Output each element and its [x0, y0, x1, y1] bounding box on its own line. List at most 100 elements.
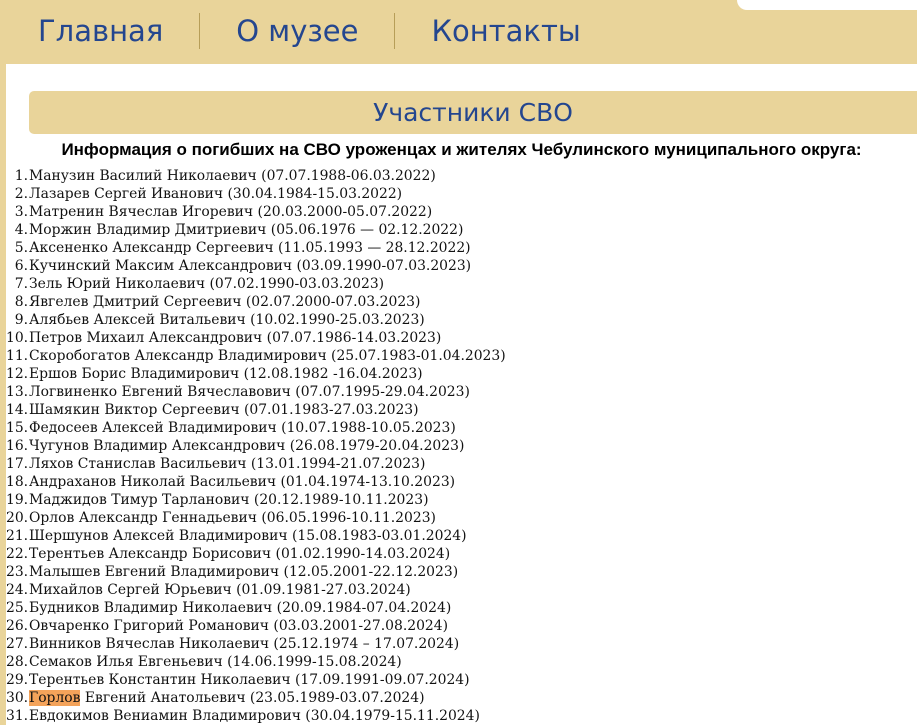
list-item: 6.Кучинский Максим Александрович (03.09.…	[6, 257, 911, 275]
list-item-number: 16.	[6, 438, 29, 454]
list-item-number: 15.	[6, 420, 29, 436]
list-item-text: Шершунов Алексей Владимирович (15.08.198…	[29, 528, 467, 544]
list-item-text: Логвиненко Евгений Вячеславович (07.07.1…	[29, 384, 470, 400]
list-item: 19.Маджидов Тимур Тарланович (20.12.1989…	[6, 491, 911, 509]
page: Главная О музее Контакты Участники СВО И…	[0, 0, 917, 725]
list-item-text: Винников Вячеслав Николаевич (25.12.1974…	[29, 636, 460, 652]
list-item-number: 22.	[6, 546, 29, 562]
list-item: 10.Петров Михаил Александрович (07.07.19…	[6, 329, 911, 347]
content-panel: Участники СВО Информация о погибших на С…	[6, 64, 917, 725]
list-item-number: 19.	[6, 492, 29, 508]
list-item-text: Матренин Вячеслав Игоревич (20.03.2000-0…	[29, 204, 433, 220]
list-item-number: 23.	[6, 564, 29, 580]
section-header: Участники СВО	[29, 91, 917, 134]
main-nav: Главная О музее Контакты	[0, 0, 617, 62]
list-item-text: Скоробогатов Александр Владимирович (25.…	[29, 348, 506, 364]
list-item: 27.Винников Вячеслав Николаевич (25.12.1…	[6, 635, 911, 653]
list-item: 24.Михайлов Сергей Юрьевич (01.09.1981-2…	[6, 581, 911, 599]
list-item-number: 30.	[6, 690, 29, 706]
list-item-text: Аксененко Александр Сергеевич (11.05.199…	[29, 240, 471, 256]
list-item-text: Будников Владимир Николаевич (20.09.1984…	[29, 600, 452, 616]
header-corner-decoration	[737, 0, 917, 10]
list-item-number: 28.	[6, 654, 29, 670]
top-navigation-bar: Главная О музее Контакты	[0, 0, 917, 64]
list-item: 17.Ляхов Станислав Васильевич (13.01.199…	[6, 455, 911, 473]
list-item-number: 3.	[14, 204, 28, 220]
section-title: Участники СВО	[373, 98, 573, 127]
list-item: 4.Моржин Владимир Дмитриевич (05.06.1976…	[6, 221, 911, 239]
list-item-number: 29.	[6, 672, 29, 688]
list-item-number: 18.	[6, 474, 29, 490]
list-item-number: 6.	[14, 258, 28, 274]
list-item: 14.Шамякин Виктор Сергеевич (07.01.1983-…	[6, 401, 911, 419]
list-item-number: 13.	[6, 384, 29, 400]
list-item-number: 31.	[6, 708, 29, 724]
list-item-number: 11.	[6, 348, 29, 364]
list-item-text: Зель Юрий Николаевич (07.02.1990-03.03.2…	[29, 276, 385, 292]
list-item-number: 10.	[6, 330, 29, 346]
list-item: 28.Семаков Илья Евгеньевич (14.06.1999-1…	[6, 653, 911, 671]
list-item-number: 20.	[6, 510, 29, 526]
list-item-number: 8.	[14, 294, 28, 310]
list-item-text: Терентьев Александр Борисович (01.02.199…	[29, 546, 451, 562]
list-item: 8.Явгелев Дмитрий Сергеевич (02.07.2000-…	[6, 293, 911, 311]
list-item-text: Шамякин Виктор Сергеевич (07.01.1983-27.…	[29, 402, 419, 418]
list-item-number: 17.	[6, 456, 29, 472]
list-item: 21.Шершунов Алексей Владимирович (15.08.…	[6, 527, 911, 545]
list-item: 22.Терентьев Александр Борисович (01.02.…	[6, 545, 911, 563]
memorial-list: 1.Манузин Василий Николаевич (07.07.1988…	[6, 167, 911, 725]
list-item-number: 7.	[14, 276, 28, 292]
list-item-number: 5.	[14, 240, 28, 256]
list-item-number: 27.	[6, 636, 29, 652]
list-item-text: Ершов Борис Владимирович (12.08.1982 -16…	[29, 366, 423, 382]
list-item-text: Явгелев Дмитрий Сергеевич (02.07.2000-07…	[29, 294, 421, 310]
list-item: 3.Матренин Вячеслав Игоревич (20.03.2000…	[6, 203, 911, 221]
list-item-text: Моржин Владимир Дмитриевич (05.06.1976 —…	[29, 222, 464, 238]
list-item-text: Ляхов Станислав Васильевич (13.01.1994-2…	[29, 456, 426, 472]
list-item-text: Маджидов Тимур Тарланович (20.12.1989-10…	[29, 492, 429, 508]
list-item-number: 12.	[6, 366, 29, 382]
list-item-number: 21.	[6, 528, 29, 544]
info-heading: Информация о погибших на СВО уроженцах и…	[61, 140, 862, 159]
list-item: 15.Федосеев Алексей Владимирович (10.07.…	[6, 419, 911, 437]
list-item-number: 14.	[6, 402, 29, 418]
list-item-number: 4.	[14, 222, 28, 238]
list-item: 12.Ершов Борис Владимирович (12.08.1982 …	[6, 365, 911, 383]
list-item-number: 24.	[6, 582, 29, 598]
list-item: 31.Евдокимов Вениамин Владимирович (30.0…	[6, 707, 911, 725]
list-item: 7.Зель Юрий Николаевич (07.02.1990-03.03…	[6, 275, 911, 293]
list-item-text: Семаков Илья Евгеньевич (14.06.1999-15.0…	[29, 654, 402, 670]
list-item: 5.Аксененко Александр Сергеевич (11.05.1…	[6, 239, 911, 257]
list-item-text: Алябьев Алексей Витальевич (10.02.1990-2…	[29, 312, 425, 328]
list-item-text: Орлов Александр Геннадьевич (06.05.1996-…	[29, 510, 436, 526]
list-item-text: Манузин Василий Николаевич (07.07.1988-0…	[29, 168, 436, 184]
list-item-rest-text: Евгений Анатольевич (23.05.1989-03.07.20…	[80, 690, 425, 706]
list-item-text: Терентьев Константин Николаевич (17.09.1…	[29, 672, 470, 688]
list-item: 20.Орлов Александр Геннадьевич (06.05.19…	[6, 509, 911, 527]
list-item-text: Евдокимов Вениамин Владимирович (30.04.1…	[29, 708, 480, 724]
list-item: 18.Андраханов Николай Васильевич (01.04.…	[6, 473, 911, 491]
list-item: 11.Скоробогатов Александр Владимирович (…	[6, 347, 911, 365]
list-item: 23.Малышев Евгений Владимирович (12.05.2…	[6, 563, 911, 581]
list-item: 9.Алябьев Алексей Витальевич (10.02.1990…	[6, 311, 911, 329]
list-item-text: Михайлов Сергей Юрьевич (01.09.1981-27.0…	[29, 582, 411, 598]
list-item-text: Горлов Евгений Анатольевич (23.05.1989-0…	[29, 690, 425, 706]
nav-item-about-museum[interactable]: О музее	[200, 0, 394, 62]
list-item-text: Кучинский Максим Александрович (03.09.19…	[29, 258, 472, 274]
list-item: 16.Чугунов Владимир Александрович (26.08…	[6, 437, 911, 455]
nav-item-home[interactable]: Главная	[0, 0, 199, 62]
search-highlight: Горлов	[29, 690, 81, 706]
list-item-number: 2.	[14, 186, 28, 202]
list-item-text: Петров Михаил Александрович (07.07.1986-…	[29, 330, 442, 346]
list-item: 13.Логвиненко Евгений Вячеславович (07.0…	[6, 383, 911, 401]
list-item-text: Лазарев Сергей Иванович (30.04.1984-15.0…	[29, 186, 403, 202]
nav-item-contacts[interactable]: Контакты	[395, 0, 616, 62]
list-item: 30.Горлов Евгений Анатольевич (23.05.198…	[6, 689, 911, 707]
list-item-text: Федосеев Алексей Владимирович (10.07.198…	[29, 420, 456, 436]
list-item-text: Андраханов Николай Васильевич (01.04.197…	[29, 474, 456, 490]
list-item-text: Овчаренко Григорий Романович (03.03.2001…	[29, 618, 449, 634]
list-item: 1.Манузин Василий Николаевич (07.07.1988…	[6, 167, 911, 185]
list-item: 29.Терентьев Константин Николаевич (17.0…	[6, 671, 911, 689]
list-item-number: 26.	[6, 618, 29, 634]
list-item-number: 25.	[6, 600, 29, 616]
